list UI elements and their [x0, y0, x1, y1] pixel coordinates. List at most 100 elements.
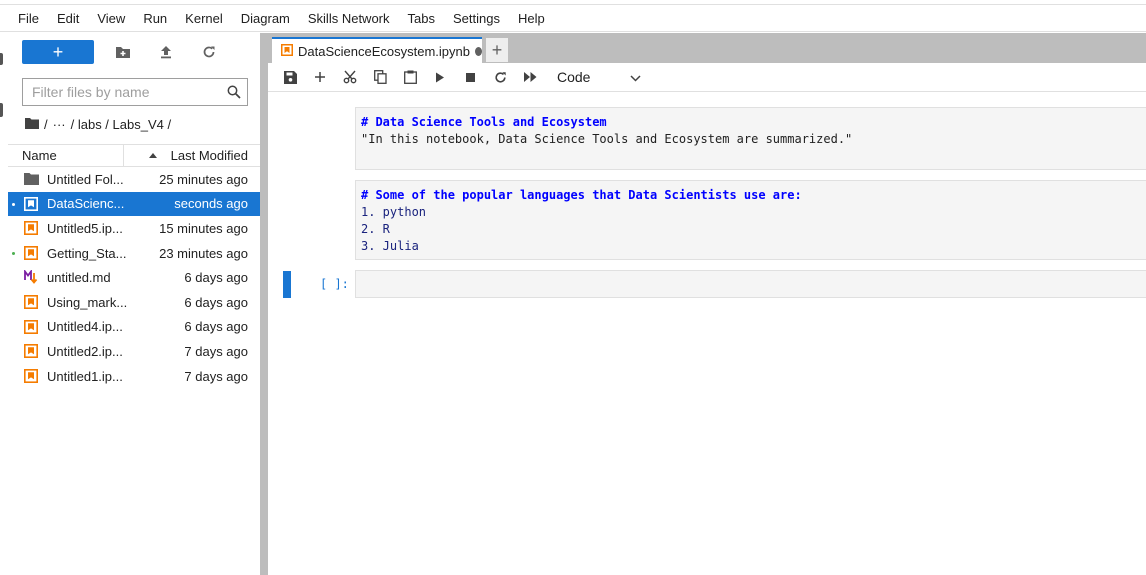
modified-column-header[interactable]: Last Modified: [124, 145, 260, 166]
notebook-toolbar: Code: [268, 63, 1146, 92]
breadcrumb-ellipsis[interactable]: ···: [53, 117, 66, 132]
tab-label: DataScienceEcosystem.ipynb: [298, 43, 470, 59]
notebook-icon: [23, 245, 39, 261]
cell-type-select[interactable]: Code: [557, 65, 641, 89]
menu-settings[interactable]: Settings: [444, 6, 509, 32]
file-row[interactable]: Untitled2.ip... 7 days ago: [8, 339, 260, 364]
file-row[interactable]: Untitled5.ip... 15 minutes ago: [8, 216, 260, 241]
folder-icon: [23, 171, 39, 187]
run-icon[interactable]: [425, 65, 455, 89]
running-indicator-icon: [12, 251, 15, 255]
menu-view[interactable]: View: [88, 6, 134, 32]
file-list: Untitled Fol... 25 minutes ago DataScienc.…: [8, 167, 260, 388]
unsaved-indicator-icon[interactable]: [474, 46, 482, 56]
menu-file[interactable]: File: [9, 6, 48, 32]
activity-bar: [0, 33, 6, 575]
menu-skills-network[interactable]: Skills Network: [299, 6, 399, 32]
notebook-icon: [23, 294, 39, 310]
execution-prompt: [ ]:: [320, 277, 349, 291]
chevron-down-icon: [630, 69, 641, 85]
file-modified: 25 minutes ago: [159, 171, 248, 187]
file-row[interactable]: Using_mark... 6 days ago: [8, 290, 260, 315]
notebook-icon: [281, 43, 293, 59]
breadcrumb-root[interactable]: /: [44, 117, 48, 132]
file-name: Getting_Sta...: [47, 245, 127, 261]
panel-splitter[interactable]: [260, 33, 268, 575]
notebook-icon: [23, 343, 39, 359]
file-modified: 6 days ago: [184, 270, 248, 286]
menu-kernel[interactable]: Kernel: [176, 6, 232, 32]
menu-run[interactable]: Run: [134, 6, 176, 32]
file-name: Using_mark...: [47, 294, 128, 310]
notebook-icon: [23, 220, 39, 236]
folder-icon[interactable]: [25, 117, 39, 132]
file-row[interactable]: Getting_Sta... 23 minutes ago: [8, 241, 260, 266]
save-icon[interactable]: [275, 65, 305, 89]
search-icon: [221, 85, 247, 99]
file-modified: 7 days ago: [184, 343, 248, 359]
add-cell-icon[interactable]: [305, 65, 335, 89]
active-cell-indicator: [283, 271, 291, 298]
file-modified: 6 days ago: [184, 294, 248, 310]
menubar: File Edit View Run Kernel Diagram Skills…: [0, 6, 1146, 32]
menu-diagram[interactable]: Diagram: [232, 6, 299, 32]
file-browser: + / ··· / labs / Labs_V4 / Name Last Mod…: [8, 33, 260, 575]
file-browser-toolbar: +: [22, 40, 223, 64]
markdown-line: # Some of the popular languages that Dat…: [361, 188, 802, 202]
markdown-line: 3. Julia: [361, 239, 419, 253]
markdown-icon: [23, 269, 39, 286]
file-row[interactable]: untitled.md 6 days ago: [8, 265, 260, 290]
refresh-icon[interactable]: [195, 40, 223, 64]
notebook-icon: [23, 196, 39, 212]
new-folder-icon[interactable]: [109, 40, 137, 64]
file-modified: seconds ago: [174, 196, 248, 212]
cell-type-value: Code: [557, 69, 591, 85]
file-name: Untitled Fol...: [47, 171, 124, 187]
menu-tabs[interactable]: Tabs: [399, 6, 444, 32]
notebook-icon: [23, 319, 39, 335]
code-cell-input[interactable]: [355, 270, 1146, 298]
sort-ascending-icon: [148, 153, 157, 158]
activity-marker[interactable]: [0, 103, 3, 117]
tab-bar: DataScienceEcosystem.ipynb +: [268, 33, 1146, 63]
markdown-cell-1[interactable]: # Data Science Tools and Ecosystem "In t…: [355, 107, 1146, 170]
file-name: Untitled1.ip...: [47, 368, 123, 384]
restart-icon[interactable]: [485, 65, 515, 89]
file-row[interactable]: Untitled Fol... 25 minutes ago: [8, 167, 260, 192]
markdown-line: "In this notebook, Data Science Tools an…: [361, 132, 853, 146]
upload-icon[interactable]: [152, 40, 180, 64]
file-name: Untitled4.ip...: [47, 319, 123, 335]
file-list-header: Name Last Modified: [8, 144, 260, 167]
markdown-line: 2. R: [361, 222, 390, 236]
file-row[interactable]: Untitled1.ip... 7 days ago: [8, 364, 260, 389]
menu-edit[interactable]: Edit: [48, 6, 88, 32]
file-modified: 7 days ago: [184, 368, 248, 384]
cut-icon[interactable]: [335, 65, 365, 89]
markdown-cell-2[interactable]: # Some of the popular languages that Dat…: [355, 180, 1146, 260]
new-launcher-button[interactable]: +: [22, 40, 94, 64]
file-modified: 23 minutes ago: [159, 245, 248, 261]
file-name: Untitled5.ip...: [47, 220, 123, 236]
tab-datascienceecosystem[interactable]: DataScienceEcosystem.ipynb: [272, 37, 482, 63]
activity-marker[interactable]: [0, 53, 3, 65]
file-name: untitled.md: [47, 270, 111, 286]
fast-forward-icon[interactable]: [515, 65, 545, 89]
markdown-line: 1. python: [361, 205, 427, 219]
notebook-icon: [23, 368, 39, 384]
file-row[interactable]: Untitled4.ip... 6 days ago: [8, 315, 260, 340]
file-modified: 6 days ago: [184, 319, 248, 335]
breadcrumb: / ··· / labs / Labs_V4 /: [25, 115, 176, 133]
add-tab-button[interactable]: +: [486, 38, 508, 62]
filter-files-input[interactable]: [23, 80, 221, 104]
notebook-panel: # Data Science Tools and Ecosystem "In t…: [268, 93, 1146, 575]
menu-help[interactable]: Help: [509, 6, 554, 32]
file-row[interactable]: DataScienc... seconds ago: [8, 191, 260, 217]
copy-icon[interactable]: [365, 65, 395, 89]
file-name: DataScienc...: [47, 196, 125, 212]
paste-icon[interactable]: [395, 65, 425, 89]
name-column-header[interactable]: Name: [8, 145, 124, 166]
stop-icon[interactable]: [455, 65, 485, 89]
file-modified: 15 minutes ago: [159, 220, 248, 236]
filter-files-field[interactable]: [22, 78, 248, 106]
breadcrumb-path[interactable]: / labs / Labs_V4 /: [71, 117, 171, 132]
